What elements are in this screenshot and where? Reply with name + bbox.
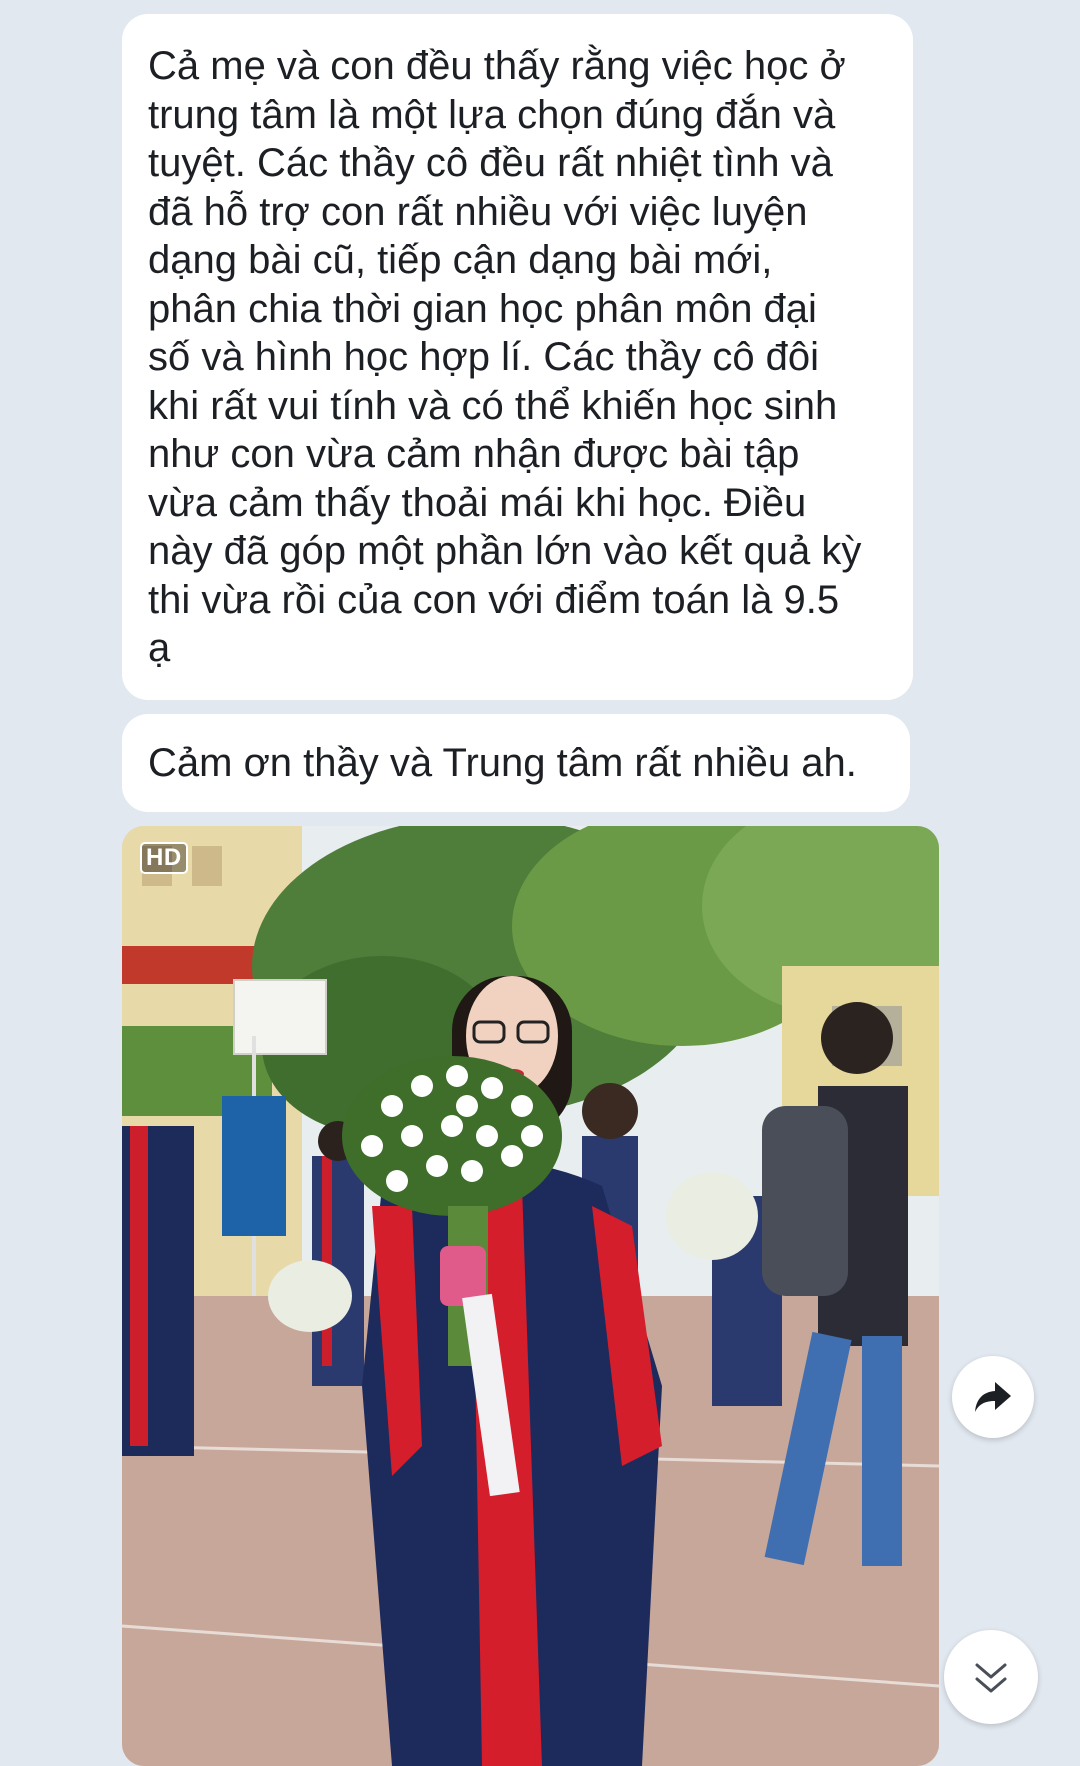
message-line: đã hỗ trợ con rất nhiều với việc luyện	[148, 189, 808, 234]
message-bubble[interactable]: Cảm ơn thầy và Trung tâm rất nhiều ah.	[122, 714, 910, 812]
message-line: số và hình học hợp lí. Các thầy cô đôi	[148, 335, 820, 379]
share-button[interactable]	[952, 1356, 1034, 1438]
message-bubble[interactable]: Cả mẹ và con đều thấy rằng việc học ở tr…	[122, 14, 913, 700]
photo-message[interactable]: HD	[122, 826, 939, 1766]
message-line: thi vừa rồi của con với điểm toán là 9.5	[148, 577, 840, 622]
photo-image	[122, 826, 939, 1766]
message-line: này đã góp một phần lớn vào kết quả kỳ	[148, 529, 862, 573]
message-line: dạng bài cũ, tiếp cận dạng bài mới,	[148, 238, 773, 282]
message-text: Cảm ơn thầy và Trung tâm rất nhiều ah.	[148, 741, 857, 785]
message-line: trung tâm là một lựa chọn đúng đắn và	[148, 92, 836, 137]
hd-badge: HD	[140, 842, 188, 874]
scroll-down-button[interactable]	[944, 1630, 1038, 1724]
message-line: như con vừa cảm nhận được bài tập	[148, 432, 800, 476]
message-line: phân chia thời gian học phân môn đại	[148, 286, 817, 331]
message-line: vừa cảm thấy thoải mái khi học. Điều	[148, 480, 807, 525]
share-arrow-icon	[975, 1382, 1011, 1412]
message-line: tuyệt. Các thầy cô đều rất nhiệt tình và	[148, 141, 833, 185]
message-line: Cả mẹ và con đều thấy rằng việc học ở	[148, 44, 846, 88]
message-line: ạ	[148, 626, 171, 670]
double-chevron-down-icon	[975, 1663, 1007, 1693]
message-line: khi rất vui tính và có thể khiến học sin…	[148, 383, 838, 428]
